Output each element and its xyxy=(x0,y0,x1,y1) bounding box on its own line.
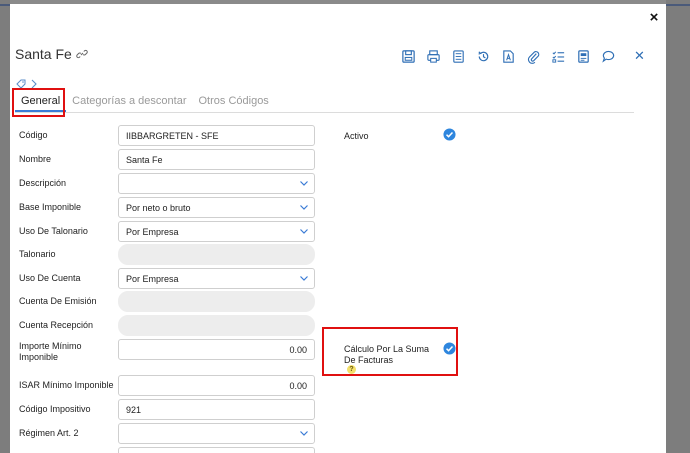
history-icon[interactable] xyxy=(471,46,496,66)
codigo-input[interactable]: IIBBARGRETEN - SFE xyxy=(118,125,315,146)
attach-icon[interactable] xyxy=(521,46,546,66)
base-imponible-select[interactable]: Por neto o bruto xyxy=(118,197,315,218)
uso-talonario-select[interactable]: Por Empresa xyxy=(118,221,315,242)
print-icon[interactable] xyxy=(421,46,446,66)
window-title-row: Santa Fe xyxy=(15,46,88,62)
cuenta-recepcion-label: Cuenta Recepción xyxy=(19,320,94,330)
close-button[interactable]: ✕ xyxy=(627,46,652,66)
base-imponible-value: Por neto o bruto xyxy=(126,203,191,213)
tab-otros-codigos[interactable]: Otros Códigos xyxy=(193,90,275,112)
chevron-down-icon xyxy=(300,205,308,210)
field-row-talonario: Talonario xyxy=(19,244,319,266)
save-icon[interactable] xyxy=(396,46,421,66)
notes-icon[interactable] xyxy=(571,46,596,66)
uso-cuenta-select[interactable]: Por Empresa xyxy=(118,268,315,289)
field-row-nombre: Nombre Santa Fe xyxy=(19,149,319,171)
uso-cuenta-label: Uso De Cuenta xyxy=(19,273,81,283)
chevron-down-icon xyxy=(300,431,308,436)
activo-checkbox-checked-icon[interactable] xyxy=(443,128,456,141)
window-title: Santa Fe xyxy=(15,46,72,62)
partial-input[interactable] xyxy=(118,447,315,453)
field-row-regimen: Régimen Art. 2 xyxy=(19,423,319,445)
activo-label: Activo xyxy=(344,131,369,141)
field-row-cuenta-emision: Cuenta De Emisión xyxy=(19,291,319,313)
document-icon[interactable] xyxy=(446,46,471,66)
cuenta-recepcion-input xyxy=(118,315,315,336)
link-icon[interactable] xyxy=(76,48,88,60)
uso-talonario-label: Uso De Talonario xyxy=(19,226,88,236)
cuenta-emision-input xyxy=(118,291,315,312)
importe-minimo-input[interactable]: 0.00 xyxy=(118,339,315,360)
pdf-icon[interactable] xyxy=(496,46,521,66)
cuenta-emision-label: Cuenta De Emisión xyxy=(19,296,97,306)
nombre-input[interactable]: Santa Fe xyxy=(118,149,315,170)
field-row-descripcion: Descripción xyxy=(19,173,319,195)
field-row-isar-minimo: ISAR Mínimo Imponible 0.00 xyxy=(19,375,319,397)
backdrop xyxy=(0,0,10,453)
descripcion-label: Descripción xyxy=(19,178,67,188)
isar-minimo-input[interactable]: 0.00 xyxy=(118,375,315,396)
field-row-codigo-impositivo: Código Impositivo 921 xyxy=(19,399,319,421)
codigo-label: Código xyxy=(19,130,48,140)
isar-minimo-label: ISAR Mínimo Imponible xyxy=(19,380,114,390)
checklist-icon[interactable] xyxy=(546,46,571,66)
tab-categorias-a-descontar[interactable]: Categorías a descontar xyxy=(66,90,192,112)
chevron-down-icon xyxy=(300,276,308,281)
field-row-base-imponible: Base Imponible Por neto o bruto xyxy=(19,197,319,219)
talonario-input xyxy=(118,244,315,265)
nombre-label: Nombre xyxy=(19,154,52,164)
chevron-down-icon xyxy=(300,229,308,234)
codigo-impositivo-label: Código Impositivo xyxy=(19,404,91,414)
field-row-partial xyxy=(19,447,319,453)
importe-minimo-label: Importe Mínimo Imponible xyxy=(19,341,82,362)
base-imponible-label: Base Imponible xyxy=(19,202,82,212)
tab-bar: General Categorías a descontar Otros Cód… xyxy=(15,90,634,113)
chevron-down-icon xyxy=(300,181,308,186)
calculo-suma-checkbox-checked-icon[interactable] xyxy=(443,342,456,355)
field-row-importe-minimo: Importe Mínimo Imponible 0.00 xyxy=(19,339,319,363)
talonario-label: Talonario xyxy=(19,249,56,259)
help-icon[interactable]: ? xyxy=(347,365,356,374)
field-row-codigo: Código IIBBARGRETEN - SFE xyxy=(19,125,319,147)
annotation-highlight xyxy=(12,88,65,117)
field-row-cuenta-recepcion: Cuenta Recepción xyxy=(19,315,319,337)
toolbar: ✕ xyxy=(396,46,652,66)
uso-cuenta-value: Por Empresa xyxy=(126,274,179,284)
uso-talonario-value: Por Empresa xyxy=(126,227,179,237)
modal-close-button[interactable]: × xyxy=(646,10,662,26)
field-row-uso-talonario: Uso De Talonario Por Empresa xyxy=(19,221,319,243)
backdrop xyxy=(666,0,690,453)
field-row-uso-cuenta: Uso De Cuenta Por Empresa xyxy=(19,268,319,290)
calculo-suma-label: Cálculo Por La Suma De Facturas xyxy=(344,344,430,365)
regimen-select[interactable] xyxy=(118,423,315,444)
codigo-impositivo-input[interactable]: 921 xyxy=(118,399,315,420)
comment-icon[interactable] xyxy=(596,46,621,66)
regimen-label: Régimen Art. 2 xyxy=(19,428,79,438)
close-icon: ✕ xyxy=(634,48,645,63)
background-bar xyxy=(0,4,10,6)
background-bar xyxy=(666,4,690,6)
descripcion-select[interactable] xyxy=(118,173,315,194)
